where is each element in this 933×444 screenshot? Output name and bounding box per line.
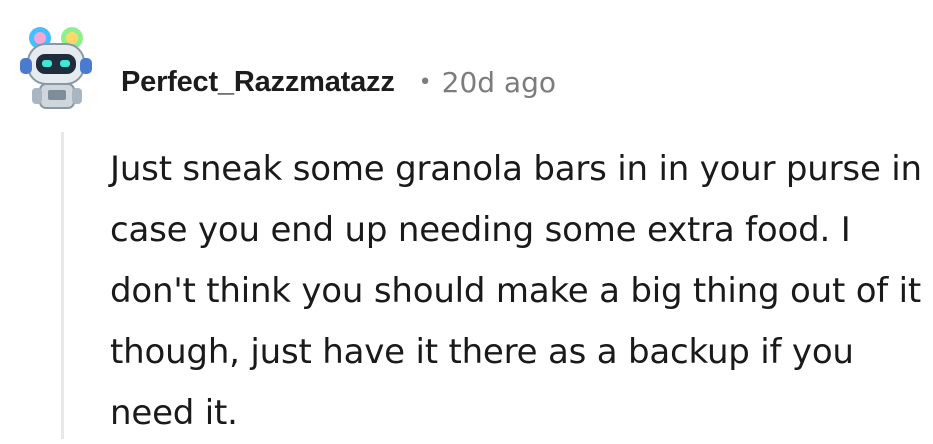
comment-header: Perfect_Razzmatazz • 20d ago [121,62,556,102]
username-link[interactable]: Perfect_Razzmatazz [121,66,395,99]
comment: Perfect_Razzmatazz • 20d ago Just sneak … [0,0,933,439]
comment-body: Just sneak some granola bars in in your … [110,149,922,433]
timestamp[interactable]: 20d ago [442,66,556,99]
separator-dot: • [418,69,432,95]
thread-collapse-line[interactable] [61,132,64,439]
robot-snoo-avatar-icon [20,27,92,109]
avatar[interactable] [12,22,104,114]
